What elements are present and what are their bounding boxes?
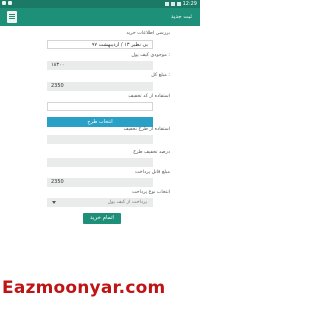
clock: 12:29 bbox=[182, 1, 197, 7]
payable-field: 2350 bbox=[47, 178, 153, 187]
notification-icon bbox=[8, 1, 12, 5]
page-title: ثبت جدید bbox=[170, 14, 192, 20]
date-field[interactable]: بی نظیر ۱۳ / اردیبهشت ۹۷ bbox=[47, 40, 153, 49]
payment-type-select[interactable]: پرداخت از کیف پول bbox=[47, 198, 153, 207]
total-label: مبلغ کل : bbox=[151, 73, 170, 78]
wallet-balance-field: ۱۸۳۰۰ bbox=[47, 61, 153, 70]
receipt-icon[interactable] bbox=[7, 11, 17, 23]
chevron-down-icon bbox=[52, 201, 56, 204]
payable-label: مبلغ قابل پرداخت bbox=[134, 170, 170, 175]
payment-type-value: پرداخت از کیف پول bbox=[107, 200, 147, 205]
finish-purchase-button[interactable]: اتمام خرید bbox=[83, 213, 121, 224]
plan-discount-percent-field bbox=[47, 158, 153, 167]
plan-discount-use-label: استفاده از طرح تخفیف bbox=[123, 127, 170, 132]
discount-code-label: استفاده از کد تخفیف bbox=[128, 94, 170, 99]
status-bar: 12:29 bbox=[0, 0, 200, 8]
signal-icon bbox=[170, 2, 175, 6]
plan-field bbox=[47, 135, 153, 144]
pick-plan-button[interactable]: انتخاب طرح bbox=[47, 117, 153, 127]
total-field: 2350 bbox=[47, 82, 153, 91]
battery-icon bbox=[176, 2, 181, 6]
payment-type-label: انتخاب نوع پرداخت bbox=[131, 190, 170, 195]
watermark: Eazmoonyar.com bbox=[2, 278, 166, 298]
discount-code-input[interactable] bbox=[47, 102, 153, 111]
section-title: بررسی اطلاعات خرید bbox=[126, 31, 170, 36]
wifi-icon bbox=[164, 2, 169, 6]
notification-icon bbox=[2, 1, 6, 5]
plan-discount-percent-label: درصد تخفیف طرح bbox=[133, 150, 170, 155]
wallet-balance-label: موجودی کیف پول : bbox=[131, 53, 170, 58]
app-bar: ثبت جدید bbox=[0, 8, 200, 26]
notification-icons bbox=[2, 1, 12, 5]
